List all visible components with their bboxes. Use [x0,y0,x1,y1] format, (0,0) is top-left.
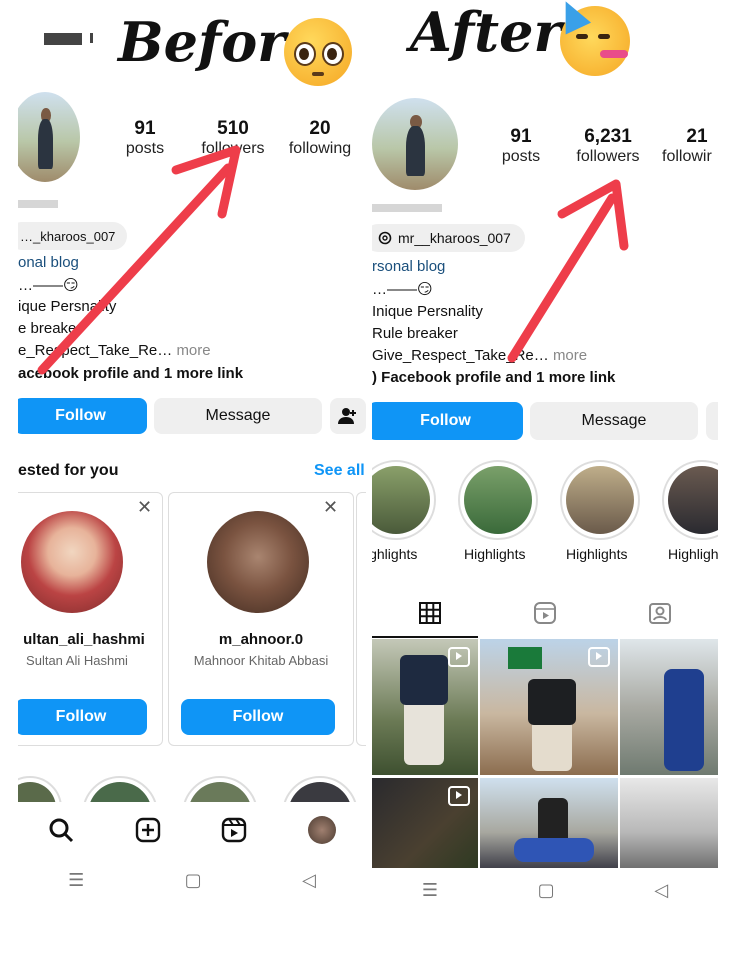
arrows-overlay [37,145,629,375]
arrow-before [37,145,241,375]
arrow-after [507,179,629,363]
